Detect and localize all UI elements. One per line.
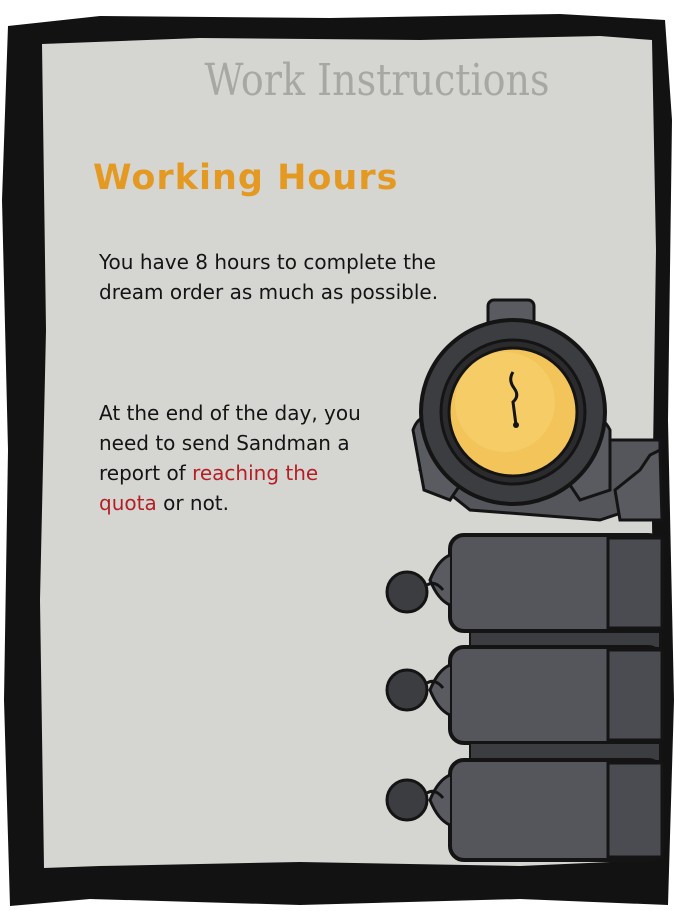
paragraph-report-end: or not. bbox=[163, 491, 230, 515]
page-title: Work Instructions bbox=[204, 54, 550, 106]
section-heading: Working Hours bbox=[93, 158, 399, 198]
paragraph-hours: You have 8 hours to complete the dream o… bbox=[99, 250, 439, 304]
paragraph-report: At the end of the day, you need to send … bbox=[93, 398, 369, 518]
